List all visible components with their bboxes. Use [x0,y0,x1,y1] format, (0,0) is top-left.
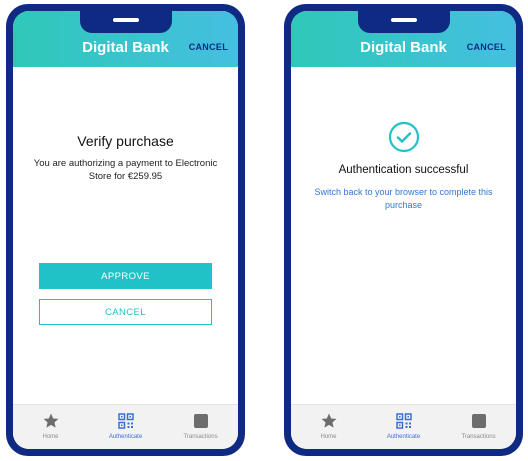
qr-code-icon [394,411,414,431]
phone-screen: Digital Bank CANCEL Authentication succe… [291,11,516,449]
tab-authenticate[interactable]: Authenticate [88,405,162,440]
app-header: Digital Bank CANCEL [291,11,516,67]
star-icon [41,411,61,431]
star-icon [319,411,339,431]
phone-success: Digital Bank CANCEL Authentication succe… [284,4,523,456]
tab-label: Authenticate [386,434,421,440]
success-title: Authentication successful [338,164,469,176]
tab-label: Transactions [183,434,218,440]
square-icon [191,411,211,431]
payment-description: You are authorizing a payment to Electro… [33,158,218,183]
tab-home[interactable]: Home [13,405,87,440]
approve-button[interactable]: APPROVE [39,263,212,289]
tab-label: Home [320,434,337,440]
tab-authenticate[interactable]: Authenticate [366,405,440,440]
tab-transactions[interactable]: Transactions [441,405,515,440]
square-icon [469,411,489,431]
notch-bar [390,18,417,22]
tab-home[interactable]: Home [291,405,365,440]
tab-bar: Home Authenticate Transactions [291,404,516,449]
page-title: Verify purchase [77,133,174,149]
app-header: Digital Bank CANCEL [13,11,238,67]
phone-notch [79,11,172,33]
tab-label: Transactions [461,434,496,440]
tab-label: Authenticate [108,434,143,440]
header-cancel-button[interactable]: CANCEL [189,42,228,52]
cancel-button[interactable]: CANCEL [39,299,212,325]
tab-bar: Home Authenticate Transactions [13,404,238,449]
header-cancel-button[interactable]: CANCEL [467,42,506,52]
tab-label: Home [42,434,59,440]
check-circle-icon [388,121,420,153]
notch-bar [112,18,139,22]
phone-screen: Digital Bank CANCEL Verify purchase You … [13,11,238,449]
phone-notch [357,11,450,33]
stage: Digital Bank CANCEL Verify purchase You … [0,0,528,461]
qr-code-icon [116,411,136,431]
switch-back-link[interactable]: Switch back to your browser to complete … [307,186,500,212]
tab-transactions[interactable]: Transactions [163,405,237,440]
phone-verify: Digital Bank CANCEL Verify purchase You … [6,4,245,456]
